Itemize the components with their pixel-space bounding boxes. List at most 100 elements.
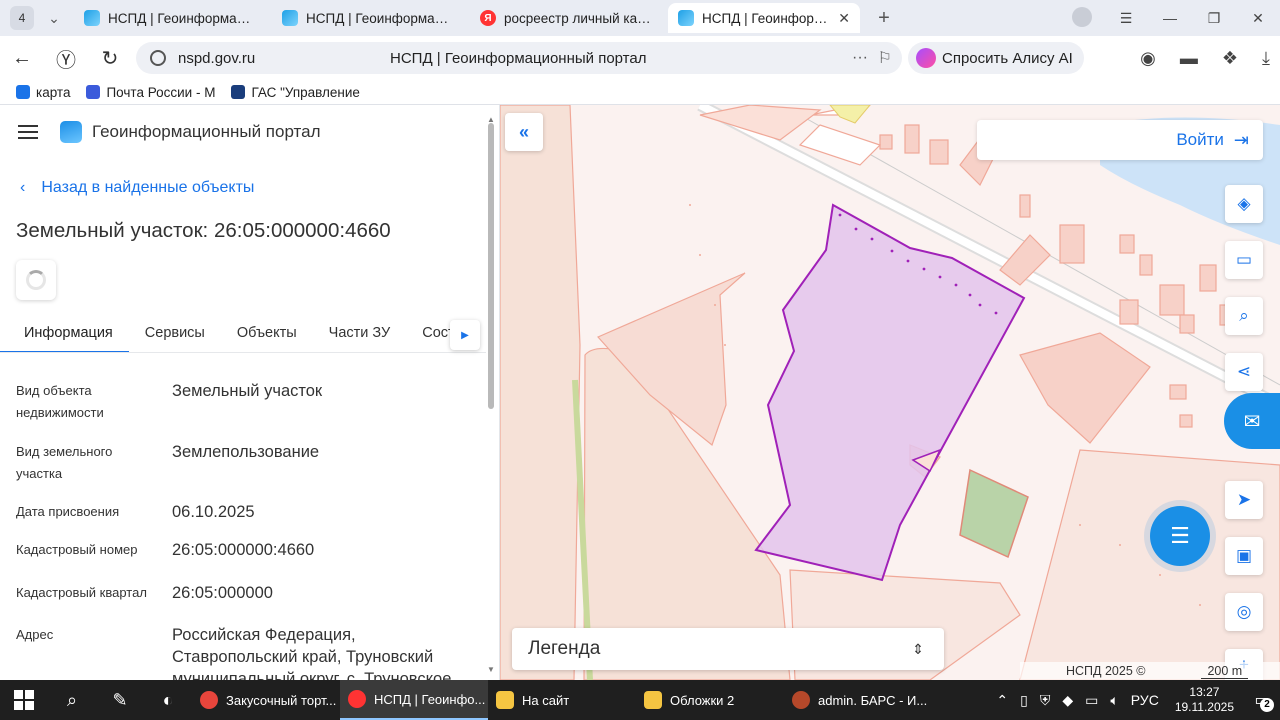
- folder-icon: [644, 691, 662, 709]
- bookmark-label: карта: [36, 84, 71, 100]
- back-arrow-icon[interactable]: ←: [0, 47, 44, 70]
- profile-icon: [1072, 6, 1092, 27]
- volume-icon[interactable]: 🔈︎: [1110, 692, 1118, 709]
- locate-button[interactable]: ➤: [1225, 481, 1263, 519]
- expand-collapse-icon[interactable]: ⇕: [912, 641, 924, 658]
- tab-services[interactable]: Сервисы: [129, 317, 221, 352]
- antivirus-icon[interactable]: ⛨: [1040, 692, 1051, 709]
- bookmark-icon[interactable]: ⚐: [878, 48, 892, 68]
- taskbar-app-bars[interactable]: admin. БАРС - И...: [784, 680, 932, 720]
- url-host: nspd.gov.ru: [178, 49, 256, 67]
- bars-app-icon: [792, 691, 810, 709]
- scroll-down-icon[interactable]: ▼: [487, 665, 495, 674]
- taskbar-app-folder-site[interactable]: На сайт: [488, 680, 636, 720]
- folder-icon: [496, 691, 514, 709]
- site-info-icon[interactable]: [150, 50, 166, 66]
- bookmark-label: ГАС "Управление: [251, 84, 360, 100]
- page-title-in-url: НСПД | Геоинформационный портал: [390, 49, 647, 67]
- tab-parts[interactable]: Части ЗУ: [313, 317, 407, 352]
- browser-tab-3[interactable]: Я росреестр личный кабин: [470, 3, 662, 33]
- layers-icon: ◈: [1237, 194, 1251, 213]
- map-view[interactable]: [500, 105, 1280, 680]
- extension-icon[interactable]: ◉: [1140, 48, 1156, 69]
- bookmark-karta[interactable]: карта: [16, 85, 70, 100]
- info-value: Землепользование: [172, 443, 320, 461]
- object-title: Земельный участок: 26:05:000000:4660: [16, 219, 391, 242]
- nspd-favicon-icon: [678, 10, 694, 26]
- paint-icon[interactable]: ✎: [96, 680, 144, 720]
- portal-name: Геоинформационный портал: [92, 122, 321, 141]
- tablet-icon[interactable]: ▬: [1180, 48, 1198, 69]
- gas-icon: [231, 85, 246, 99]
- login-button[interactable]: Войти ⇥: [977, 120, 1263, 160]
- tabs-scroll-right-button[interactable]: ▶: [450, 320, 480, 350]
- minimize-icon[interactable]: —: [1148, 10, 1192, 26]
- reload-icon[interactable]: ↻: [88, 46, 132, 71]
- scroll-thumb[interactable]: [488, 123, 494, 409]
- chat-button[interactable]: ☰: [1150, 506, 1210, 566]
- close-icon[interactable]: ✕: [838, 10, 850, 27]
- menu-icon[interactable]: ☰: [1104, 10, 1148, 27]
- legend-label: Легенда: [528, 638, 601, 659]
- clock[interactable]: 13:27 19.11.2025: [1175, 685, 1234, 715]
- taskbar-app-folder-covers[interactable]: Обложки 2: [636, 680, 784, 720]
- map-icon: [16, 85, 30, 99]
- taskbar-app-chrome[interactable]: Закусочный торт...: [192, 680, 340, 720]
- search-area-button[interactable]: ⌕: [1225, 297, 1263, 335]
- taskbar-app-label: На сайт: [522, 692, 570, 708]
- edge-icon[interactable]: ◐: [144, 680, 192, 720]
- shield-icon[interactable]: ◆: [1062, 692, 1073, 709]
- tab-information[interactable]: Информация: [0, 317, 129, 352]
- address-bar-row: ← Ⓨ ↻ nspd.gov.ru НСПД | Геоинформационн…: [0, 36, 1280, 80]
- back-to-results-link[interactable]: ‹ Назад в найденные объекты: [20, 179, 254, 197]
- url-field[interactable]: nspd.gov.ru НСПД | Геоинформационный пор…: [136, 42, 902, 74]
- plus-icon[interactable]: +: [872, 6, 896, 30]
- panel-scrollbar[interactable]: ▲ ▼: [486, 115, 496, 675]
- extension-icons: ◉ ▬ ❖ ⤓: [1140, 48, 1270, 69]
- bookmark-pochta[interactable]: Почта России - М: [86, 85, 215, 100]
- spinner-icon: [26, 270, 46, 290]
- collections-icon[interactable]: ❖: [1222, 48, 1238, 69]
- measure-button[interactable]: ▭: [1225, 241, 1263, 279]
- tab-objects[interactable]: Объекты: [221, 317, 313, 352]
- profile-button[interactable]: [1060, 6, 1104, 30]
- yandex-browser-icon: [348, 690, 366, 708]
- download-icon[interactable]: ⤓: [1262, 48, 1270, 69]
- close-window-icon[interactable]: ✕: [1236, 10, 1280, 27]
- ask-alice-button[interactable]: Спросить Алису AI: [908, 42, 1084, 74]
- yandex-logo-icon[interactable]: Ⓨ: [44, 44, 88, 73]
- picture-in-picture-button[interactable]: ▣: [1225, 537, 1263, 575]
- layers-button[interactable]: ◈: [1225, 185, 1263, 223]
- chevron-up-icon[interactable]: ⌃: [996, 692, 1008, 709]
- legend-bar[interactable]: Легенда ⇕: [512, 628, 944, 670]
- navigation-arrow-icon: ➤: [1236, 490, 1252, 509]
- browser-tab-2[interactable]: НСПД | Геоинформацион: [272, 3, 464, 33]
- browser-tabstrip: 4 ⌄ НСПД | Геоинформацион НСПД | Геоинфо…: [0, 0, 1280, 36]
- browser-tab-4-active[interactable]: НСПД | Геоинформаци ✕: [668, 3, 860, 33]
- clock-time: 13:27: [1189, 685, 1220, 699]
- geolocation-button[interactable]: ◎: [1225, 593, 1263, 631]
- language-indicator[interactable]: РУС: [1131, 692, 1159, 708]
- pip-icon: ▣: [1235, 546, 1253, 565]
- usb-icon[interactable]: ▯: [1020, 692, 1028, 709]
- share-button[interactable]: ⋖: [1225, 353, 1263, 391]
- search-icon[interactable]: ⌕: [48, 680, 96, 720]
- info-value: Земельный участок: [172, 382, 323, 400]
- notification-button[interactable]: ▭ 2: [1244, 690, 1280, 712]
- chevron-down-icon[interactable]: ⌄: [40, 4, 68, 32]
- tab-count-badge[interactable]: 4: [10, 6, 34, 30]
- taskbar-app-yandex[interactable]: НСПД | Геоинфо...: [340, 680, 488, 720]
- feedback-edge-button[interactable]: ✉: [1224, 393, 1280, 449]
- more-dots-icon[interactable]: ···: [852, 49, 868, 67]
- map-canvas[interactable]: [500, 105, 1280, 680]
- collapse-panel-button[interactable]: «: [505, 113, 543, 151]
- bookmark-gas[interactable]: ГАС "Управление: [231, 84, 360, 100]
- hamburger-menu-icon[interactable]: [18, 125, 38, 139]
- browser-tab-1[interactable]: НСПД | Геоинформацион: [74, 3, 266, 33]
- restore-icon[interactable]: ❐: [1192, 10, 1236, 27]
- network-icon[interactable]: ▭: [1085, 692, 1098, 709]
- back-link-label: Назад в найденные объекты: [41, 179, 255, 196]
- start-button[interactable]: [0, 680, 48, 720]
- taskbar-app-label: НСПД | Геоинфо...: [374, 691, 486, 707]
- info-label: Вид земельного участка: [16, 444, 113, 481]
